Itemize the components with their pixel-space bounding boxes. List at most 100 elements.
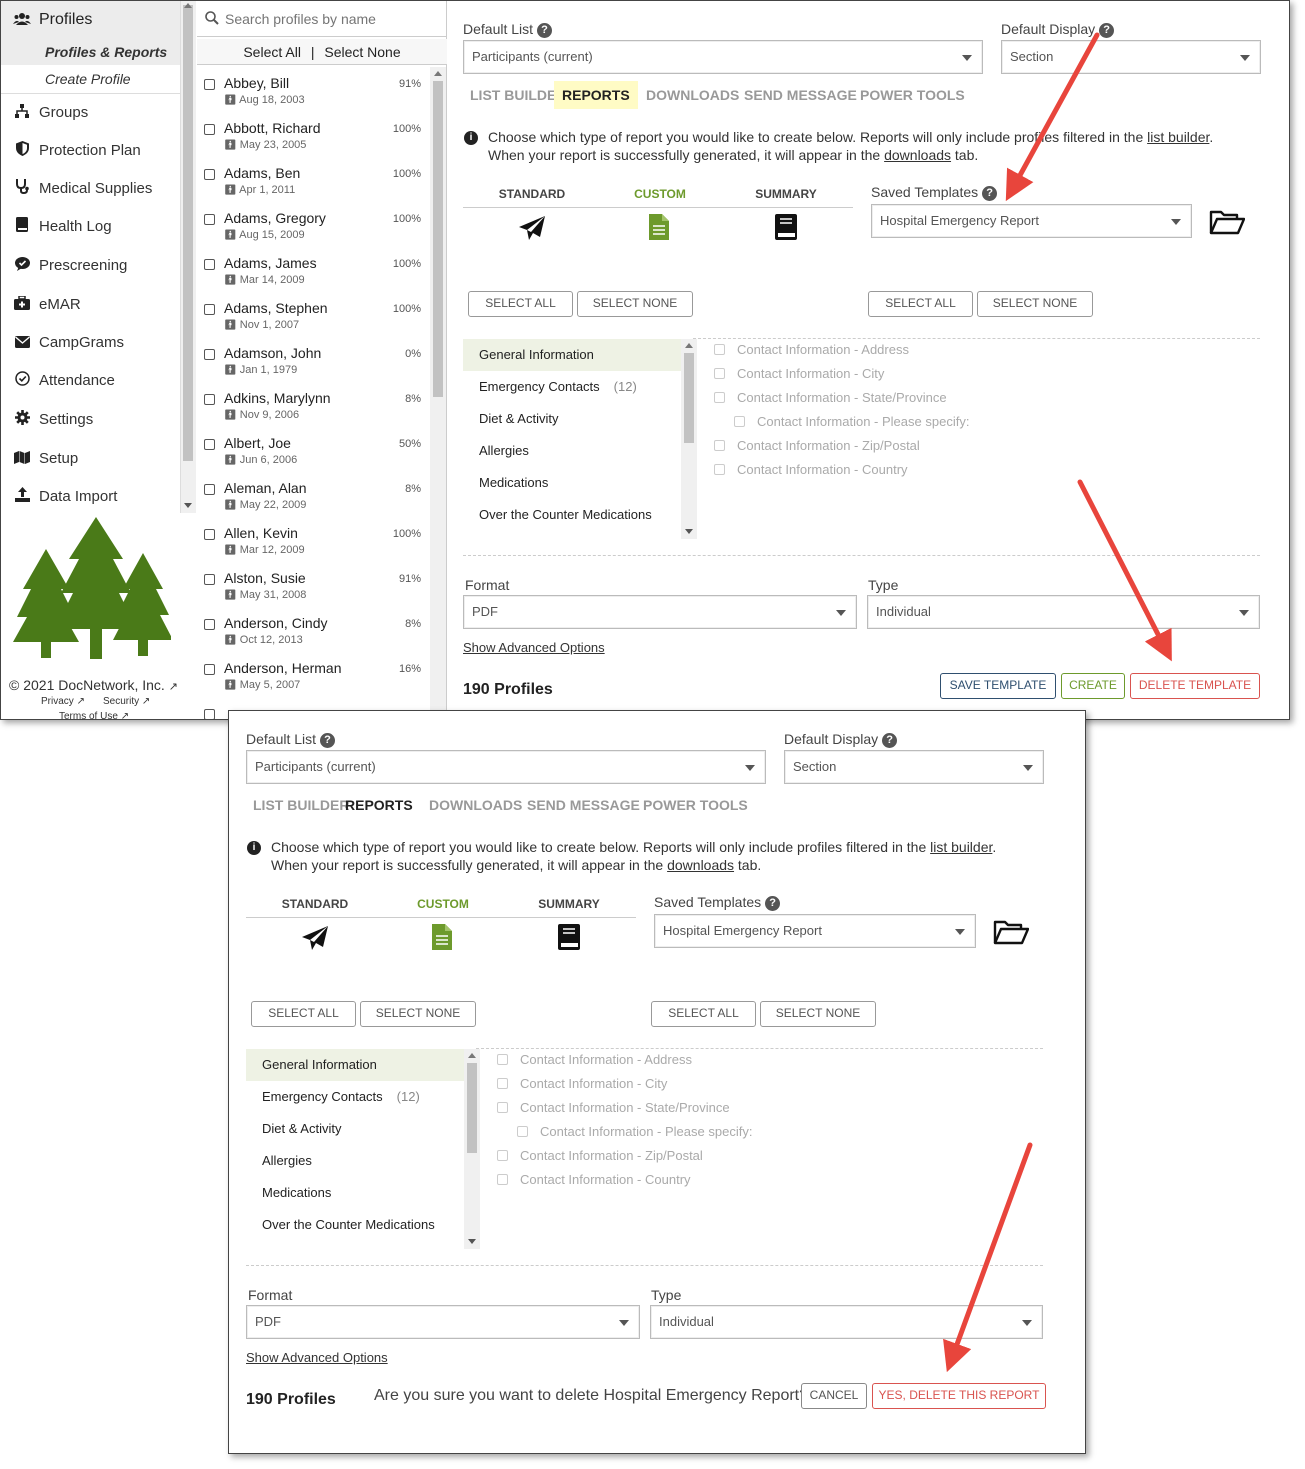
- profile-row[interactable]: Anderson, Herman 🚹︎ May 5, 2007 16%: [197, 655, 429, 700]
- sidebar-scrollbar-thumb[interactable]: [183, 5, 193, 461]
- category-item[interactable]: Diet & Activity: [246, 1113, 464, 1145]
- field-checkbox[interactable]: [714, 464, 725, 475]
- paper-plane-icon[interactable]: [301, 925, 329, 951]
- sidebar-item-health-log[interactable]: Health Log: [1, 212, 180, 242]
- sidebar-item-emar[interactable]: eMAR: [1, 290, 180, 320]
- sidebar-item-protection-plan[interactable]: Protection Plan: [1, 136, 180, 166]
- scroll-up-arrow-icon[interactable]: [434, 71, 442, 76]
- profile-row[interactable]: Adams, James 🚹︎ Mar 14, 2009 100%: [197, 250, 429, 295]
- profile-checkbox[interactable]: [204, 439, 215, 450]
- category-item[interactable]: Emergency Contacts (12): [463, 371, 681, 403]
- default-list-select[interactable]: Participants (current): [246, 750, 766, 784]
- type-select[interactable]: Individual: [650, 1305, 1043, 1339]
- category-item[interactable]: Emergency Contacts (12): [246, 1081, 464, 1113]
- default-list-select[interactable]: Participants (current): [463, 40, 983, 74]
- field-checkbox[interactable]: [714, 344, 725, 355]
- field-option[interactable]: Contact Information - State/Province: [714, 390, 947, 405]
- book-icon[interactable]: [775, 214, 797, 240]
- folder-open-icon[interactable]: [1209, 209, 1245, 235]
- tab-send-message[interactable]: SEND MESSAGE: [519, 791, 648, 819]
- saved-templates-select[interactable]: Hospital Emergency Report: [654, 914, 976, 948]
- select-none-fields-button[interactable]: SELECT NONE: [760, 1001, 876, 1027]
- show-advanced-options-link[interactable]: Show Advanced Options: [463, 640, 605, 655]
- category-item[interactable]: Allergies: [463, 435, 681, 467]
- report-type-standard[interactable]: STANDARD: [469, 187, 595, 201]
- sidebar-subitem-profiles-reports[interactable]: Profiles & Reports: [1, 39, 180, 65]
- profile-checkbox[interactable]: [204, 574, 215, 585]
- terms-link[interactable]: Terms of Use ↗: [59, 711, 129, 719]
- scroll-up-arrow-icon[interactable]: [184, 3, 192, 8]
- sidebar-item-groups[interactable]: Groups: [1, 98, 180, 128]
- tab-reports[interactable]: REPORTS: [337, 791, 421, 819]
- create-button[interactable]: CREATE: [1061, 673, 1125, 699]
- report-type-standard[interactable]: STANDARD: [252, 897, 378, 911]
- default-display-select[interactable]: Section: [784, 750, 1044, 784]
- show-advanced-options-link[interactable]: Show Advanced Options: [246, 1350, 388, 1365]
- profile-checkbox[interactable]: [204, 619, 215, 630]
- help-icon[interactable]: ?: [982, 186, 998, 201]
- field-option[interactable]: Contact Information - Zip/Postal: [714, 438, 920, 453]
- profile-row[interactable]: Adams, Ben 🚹︎ Apr 1, 2011 100%: [197, 160, 429, 205]
- profile-checkbox[interactable]: [204, 394, 215, 405]
- field-option[interactable]: Contact Information - Please specify:: [517, 1124, 752, 1139]
- cancel-button[interactable]: CANCEL: [801, 1383, 867, 1409]
- privacy-link[interactable]: Privacy ↗: [41, 696, 85, 707]
- saved-templates-select[interactable]: Hospital Emergency Report: [871, 204, 1192, 238]
- book-icon[interactable]: [558, 924, 580, 950]
- help-icon[interactable]: ?: [882, 733, 898, 748]
- field-checkbox[interactable]: [497, 1054, 508, 1065]
- field-checkbox[interactable]: [714, 368, 725, 379]
- category-item[interactable]: Diet & Activity: [463, 403, 681, 435]
- field-option[interactable]: Contact Information - Country: [714, 462, 908, 477]
- sidebar-item-medical-supplies[interactable]: Medical Supplies: [1, 174, 180, 204]
- profile-checkbox[interactable]: [204, 169, 215, 180]
- field-checkbox[interactable]: [497, 1150, 508, 1161]
- field-checkbox[interactable]: [497, 1174, 508, 1185]
- help-icon[interactable]: ?: [320, 733, 336, 748]
- report-type-summary[interactable]: SUMMARY: [506, 897, 632, 911]
- profile-checkbox[interactable]: [204, 79, 215, 90]
- tab-power-tools[interactable]: POWER TOOLS: [635, 791, 756, 819]
- category-item[interactable]: General Information: [246, 1049, 464, 1081]
- category-item[interactable]: Over the Counter Medications: [463, 499, 681, 531]
- profile-row[interactable]: Adams, Stephen 🚹︎ Nov 1, 2007 100%: [197, 295, 429, 340]
- category-item[interactable]: Medications: [463, 467, 681, 499]
- scroll-down-arrow-icon[interactable]: [468, 1239, 476, 1244]
- field-option[interactable]: Contact Information - Address: [497, 1052, 692, 1067]
- field-checkbox[interactable]: [714, 440, 725, 451]
- report-type-custom[interactable]: CUSTOM: [597, 187, 723, 201]
- scroll-down-arrow-icon[interactable]: [685, 529, 693, 534]
- profile-row[interactable]: Abbey, Bill 🚹︎ Aug 18, 2003 91%: [197, 70, 429, 115]
- field-option[interactable]: Contact Information - City: [714, 366, 884, 381]
- help-icon[interactable]: ?: [765, 896, 781, 911]
- select-all-fields-button[interactable]: SELECT ALL: [868, 291, 973, 317]
- type-select[interactable]: Individual: [867, 595, 1260, 629]
- downloads-link[interactable]: downloads: [884, 147, 951, 163]
- security-link[interactable]: Security ↗: [103, 696, 150, 707]
- field-checkbox[interactable]: [517, 1126, 528, 1137]
- profile-checkbox[interactable]: [204, 349, 215, 360]
- tab-downloads[interactable]: DOWNLOADS: [421, 791, 530, 819]
- field-option[interactable]: Contact Information - Country: [497, 1172, 691, 1187]
- scroll-up-arrow-icon[interactable]: [468, 1053, 476, 1058]
- field-option[interactable]: Contact Information - State/Province: [497, 1100, 730, 1115]
- scroll-up-arrow-icon[interactable]: [685, 343, 693, 348]
- yes-delete-report-button[interactable]: YES, DELETE THIS REPORT: [872, 1383, 1046, 1409]
- document-icon[interactable]: [432, 924, 452, 950]
- list-builder-link[interactable]: list builder: [930, 839, 992, 855]
- help-icon[interactable]: ?: [537, 23, 553, 38]
- profile-checkbox[interactable]: [204, 214, 215, 225]
- category-scrollbar-thumb[interactable]: [684, 353, 694, 443]
- document-icon[interactable]: [649, 214, 669, 240]
- format-select[interactable]: PDF: [246, 1305, 640, 1339]
- sidebar-item-campgrams[interactable]: CampGrams: [1, 328, 180, 358]
- category-item[interactable]: Over the Counter Medications: [246, 1209, 464, 1241]
- profile-checkbox[interactable]: [204, 529, 215, 540]
- profile-row[interactable]: Adams, Gregory 🚹︎ Aug 15, 2009 100%: [197, 205, 429, 250]
- select-none-link[interactable]: Select None: [324, 44, 400, 60]
- select-none-fields-button[interactable]: SELECT NONE: [977, 291, 1093, 317]
- profile-row[interactable]: Anderson, Cindy 🚹︎ Oct 12, 2013 8%: [197, 610, 429, 655]
- sidebar-item-attendance[interactable]: Attendance: [1, 366, 180, 396]
- category-item[interactable]: Allergies: [246, 1145, 464, 1177]
- save-template-button[interactable]: SAVE TEMPLATE: [940, 673, 1056, 699]
